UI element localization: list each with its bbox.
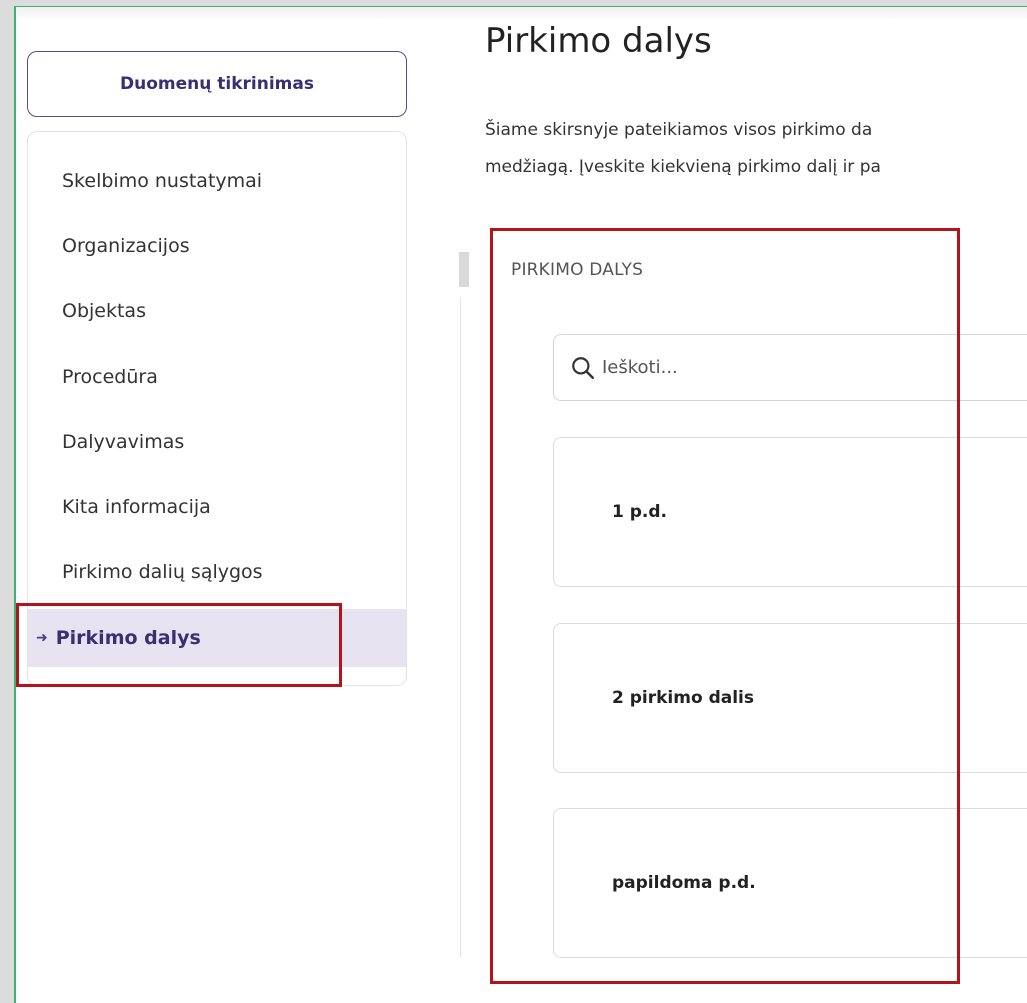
page-title: Pirkimo dalys xyxy=(485,21,712,61)
data-check-button[interactable]: Duomenų tikrinimas xyxy=(27,51,407,117)
sidebar-item-objektas[interactable]: Objektas xyxy=(28,282,406,340)
sidebar-item-organizacijos[interactable]: Organizacijos xyxy=(28,217,406,275)
sidebar-item-skelbimo-nustatymai[interactable]: Skelbimo nustatymai xyxy=(28,152,406,210)
sidebar-item-pirkimo-daliu-salygos[interactable]: Pirkimo dalių sąlygos xyxy=(28,543,406,601)
description-line-2: medžiagą. Įveskite kiekvieną pirkimo dal… xyxy=(485,157,881,177)
sidebar-item-dalyvavimas[interactable]: Dalyvavimas xyxy=(28,413,406,471)
sidebar-item-procedura[interactable]: Procedūra xyxy=(28,348,406,406)
description-line-1: Šiame skirsnyje pateikiamos visos pirkim… xyxy=(485,120,873,140)
divider xyxy=(460,297,461,957)
scroll-indicator xyxy=(459,252,469,287)
highlight-box-lots xyxy=(490,228,960,984)
sidebar-item-kita-informacija[interactable]: Kita informacija xyxy=(28,478,406,536)
highlight-box-sidebar xyxy=(16,603,342,687)
app-window: Duomenų tikrinimas Skelbimo nustatymai O… xyxy=(14,6,1027,1003)
